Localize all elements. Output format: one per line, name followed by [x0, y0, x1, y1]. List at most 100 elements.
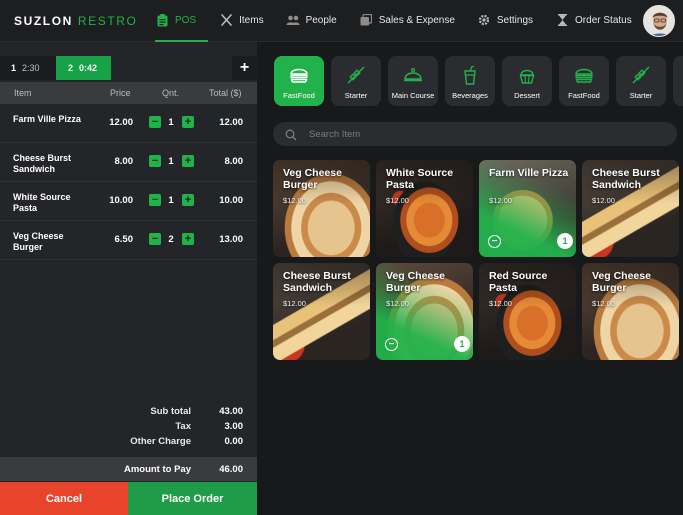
product-name: Veg Cheese Burger: [386, 270, 445, 294]
row-item-name: Veg Cheese Burger: [13, 231, 64, 252]
row-price: 6.50: [114, 234, 134, 245]
search-input[interactable]: [309, 122, 659, 146]
category-dessert[interactable]: Dessert: [502, 56, 552, 106]
order-tab-1[interactable]: 1 2:30: [0, 56, 56, 80]
row-item-name: Farm Ville Pizza: [13, 114, 81, 124]
nav-settings[interactable]: Settings: [466, 0, 544, 40]
order-tab-number: 2: [68, 63, 74, 73]
skewer-icon: [631, 65, 651, 85]
burger-icon: [574, 65, 594, 85]
row-item-name: White Source Pasta: [13, 192, 71, 213]
order-panel: 1 2:30 2 0:42 + Item Price Qnt. Total ($…: [0, 42, 257, 515]
remove-item-icon[interactable]: −: [385, 338, 398, 351]
qty-decrease-button[interactable]: −: [149, 194, 161, 206]
product-card[interactable]: Red Source Pasta $12.00: [479, 263, 576, 360]
nav-sales-label: Sales & Expense: [378, 14, 455, 26]
tax-line: Tax 3.00: [0, 421, 257, 436]
nav-sales-expense[interactable]: Sales & Expense: [348, 0, 466, 40]
category-main-course[interactable]: Main Course: [388, 56, 438, 106]
qty-decrease-button[interactable]: −: [149, 155, 161, 167]
product-card[interactable]: Cheese Burst Sandwich $12.00: [582, 160, 679, 257]
item-count-badge: 1: [557, 233, 573, 249]
tax-value: 3.00: [224, 421, 244, 432]
remove-item-icon[interactable]: −: [488, 235, 501, 248]
category-starter[interactable]: Starter: [331, 56, 381, 106]
category-label: Starter: [344, 91, 368, 100]
nav-order-status-label: Order Status: [575, 14, 632, 26]
top-header: SUZLON RESTRO POS Items People Sales & E…: [0, 0, 683, 42]
order-tabs: 1 2:30 2 0:42: [0, 56, 257, 80]
cloche-icon: [403, 65, 423, 85]
nav-people[interactable]: People: [275, 0, 348, 40]
product-price: $12.00: [489, 299, 512, 308]
product-price: $12.00: [386, 299, 409, 308]
nav-pos[interactable]: POS: [155, 0, 209, 42]
stack-icon: [359, 13, 373, 27]
search-bar: [273, 122, 677, 146]
place-order-button[interactable]: Place Order: [128, 482, 257, 515]
table-row[interactable]: Farm Ville Pizza 12.00 − 1 + 12.00: [0, 104, 257, 143]
category-label: Starter: [629, 91, 653, 100]
category-bar: FastFood Starter Main Course Beverages D…: [274, 56, 683, 108]
product-name: Cheese Burst Sandwich: [592, 167, 660, 191]
product-card[interactable]: Veg Cheese Burger $12.00: [273, 160, 370, 257]
product-price: $12.00: [283, 196, 306, 205]
order-tab-time: 2:30: [22, 63, 40, 73]
nav-pos-label: POS: [175, 14, 197, 26]
product-name: Farm Ville Pizza: [489, 167, 569, 179]
product-card-selected[interactable]: Farm Ville Pizza $12.00 − 1: [479, 160, 576, 257]
brand-suffix: RESTRO: [77, 14, 138, 28]
row-qty: 1: [168, 117, 174, 128]
search-icon: [285, 128, 297, 146]
qty-increase-button[interactable]: +: [182, 194, 194, 206]
col-total: Total ($): [209, 88, 242, 98]
product-card[interactable]: White Source Pasta $12.00: [376, 160, 473, 257]
row-price: 8.00: [114, 156, 134, 167]
brand-name: SUZLON: [14, 14, 73, 28]
product-card[interactable]: Veg Cheese Burger $12.00: [582, 263, 679, 360]
catalog-panel: FastFood Starter Main Course Beverages D…: [257, 42, 683, 515]
user-avatar[interactable]: [643, 5, 675, 37]
product-name: Veg Cheese Burger: [283, 167, 342, 191]
order-tab-2[interactable]: 2 0:42: [56, 56, 111, 80]
cancel-button[interactable]: Cancel: [0, 482, 128, 515]
category-label: FastFood: [283, 91, 315, 100]
qty-increase-button[interactable]: +: [182, 233, 194, 245]
product-card[interactable]: Cheese Burst Sandwich $12.00: [273, 263, 370, 360]
category-label: Dessert: [514, 91, 540, 100]
row-item-name: Cheese Burst Sandwich: [13, 153, 72, 174]
product-name: White Source Pasta: [386, 167, 454, 191]
table-row[interactable]: Veg Cheese Burger 6.50 − 2 + 13.00: [0, 221, 257, 260]
col-price: Price: [110, 88, 131, 98]
table-row[interactable]: White Source Pasta 10.00 − 1 + 10.00: [0, 182, 257, 221]
category-beverages[interactable]: Beverages: [445, 56, 495, 106]
clipboard-icon: [155, 13, 169, 27]
subtotal-line: Sub total 43.00: [0, 406, 257, 421]
table-row[interactable]: Cheese Burst Sandwich 8.00 − 1 + 8.00: [0, 143, 257, 182]
nav-order-status[interactable]: Order Status: [544, 0, 643, 40]
product-card-selected[interactable]: Veg Cheese Burger $12.00 − 1: [376, 263, 473, 360]
add-order-button[interactable]: +: [232, 56, 257, 80]
gear-icon: [477, 13, 491, 27]
other-charge-label: Other Charge: [130, 436, 191, 447]
product-price: $12.00: [283, 299, 306, 308]
qty-increase-button[interactable]: +: [182, 116, 194, 128]
people-icon: [286, 13, 300, 27]
nav-items-label: Items: [239, 14, 264, 26]
nav-items[interactable]: Items: [208, 0, 274, 40]
item-count-badge: 1: [454, 336, 470, 352]
qty-decrease-button[interactable]: −: [149, 116, 161, 128]
category-fastfood[interactable]: FastFood: [274, 56, 324, 106]
product-name: Cheese Burst Sandwich: [283, 270, 351, 294]
category-fastfood-2[interactable]: FastFood: [559, 56, 609, 106]
product-name: Veg Cheese Burger: [592, 270, 651, 294]
product-price: $12.00: [489, 196, 512, 205]
subtotal-label: Sub total: [150, 406, 191, 417]
qty-increase-button[interactable]: +: [182, 155, 194, 167]
qty-decrease-button[interactable]: −: [149, 233, 161, 245]
row-total: 10.00: [219, 195, 243, 206]
row-total: 12.00: [219, 117, 243, 128]
order-actions: Cancel Place Order: [0, 482, 257, 515]
category-main-course-2[interactable]: Ma: [673, 56, 683, 106]
category-starter-2[interactable]: Starter: [616, 56, 666, 106]
